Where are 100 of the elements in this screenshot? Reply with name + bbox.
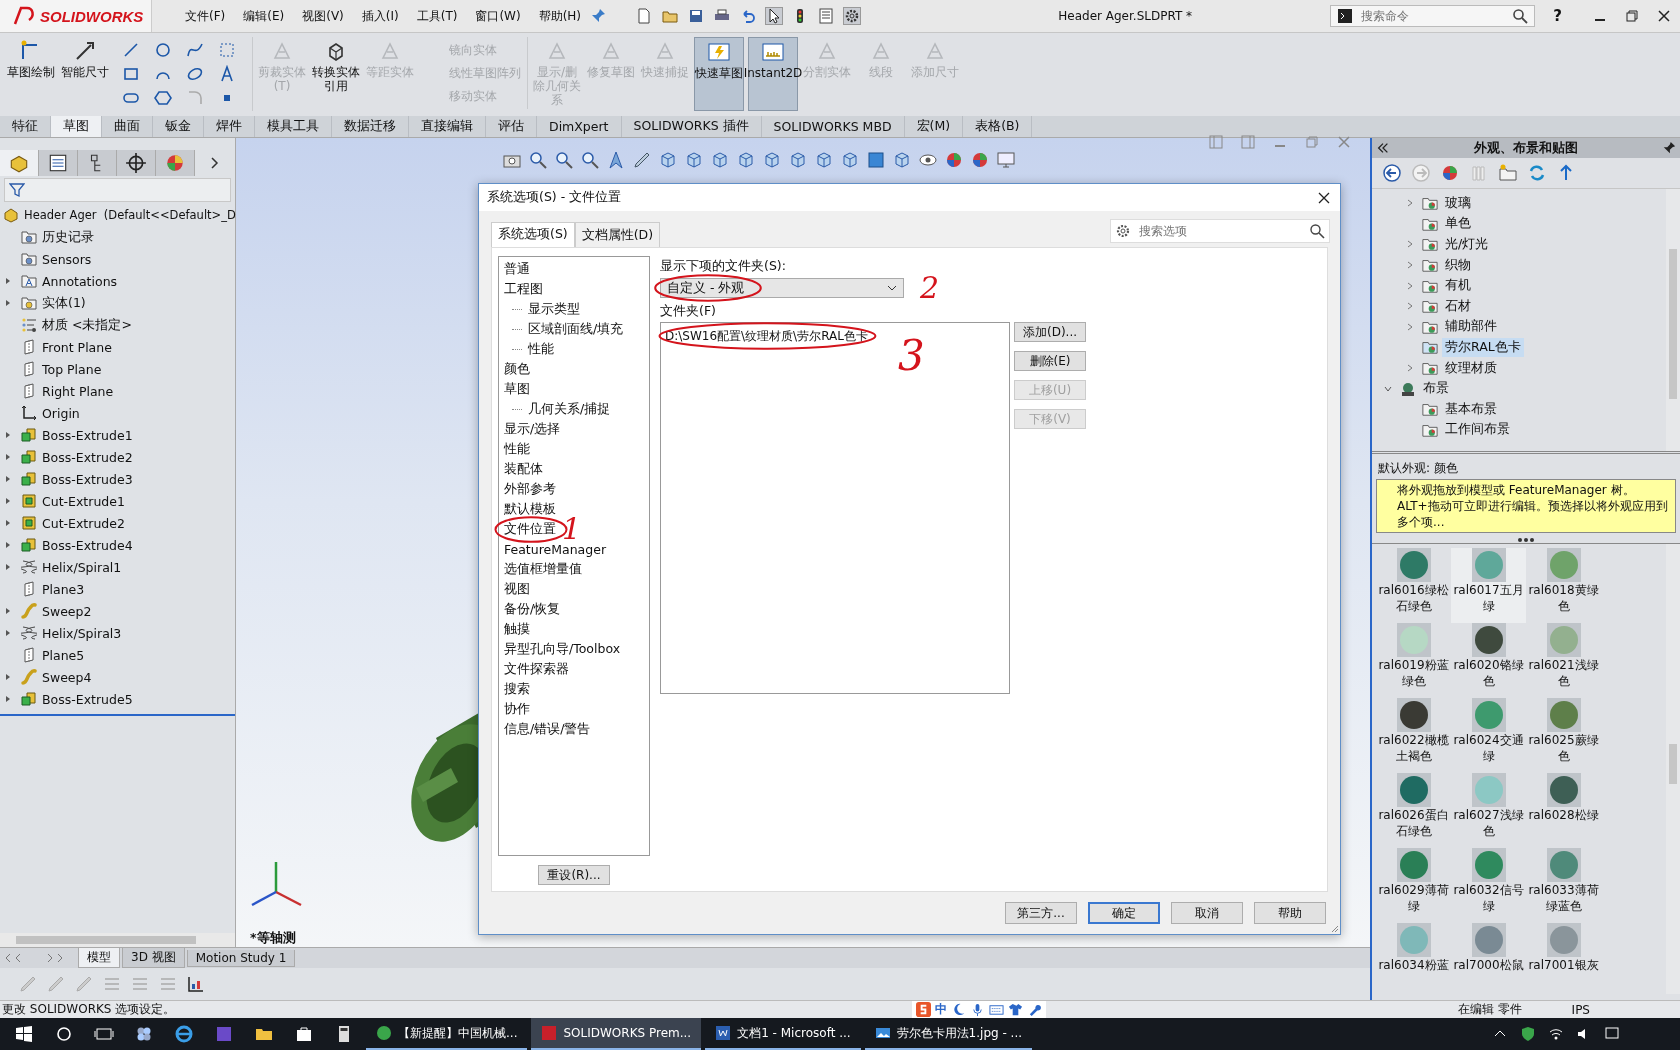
- category-item[interactable]: 外部参考: [504, 480, 556, 498]
- new-folder-icon[interactable]: [1498, 163, 1518, 183]
- taskbar-item[interactable]: 劳尔色卡用法1.jpg - ...: [864, 1018, 1033, 1050]
- shirt-icon[interactable]: [1008, 1002, 1023, 1017]
- dialog-tab[interactable]: 系统选项(S): [491, 222, 575, 248]
- cube-icon[interactable]: [892, 150, 912, 170]
- pen-icon[interactable]: [632, 150, 652, 170]
- category-item[interactable]: 选值框增量值: [504, 560, 582, 578]
- taskbar-item[interactable]: SOLIDWORKS Prem...: [531, 1018, 702, 1050]
- horizontal-scrollbar[interactable]: [0, 933, 235, 947]
- bottom-tab[interactable]: 3D 视图: [122, 948, 185, 968]
- category-item[interactable]: 视图: [504, 580, 530, 598]
- tree-item[interactable]: 工作间布景: [1442, 420, 1513, 440]
- cube-icon[interactable]: [788, 150, 808, 170]
- ribbon-tab[interactable]: 表格(B): [963, 116, 1033, 137]
- tree-item[interactable]: Plane3: [42, 581, 85, 597]
- tree-item[interactable]: 织物: [1442, 255, 1474, 275]
- ribbon-tab[interactable]: 钣金: [153, 116, 204, 137]
- dialog-button[interactable]: 第三方...: [1005, 902, 1077, 925]
- undo-icon[interactable]: [740, 8, 757, 24]
- ribbon-tab[interactable]: 焊件: [204, 116, 255, 137]
- bottom-tab[interactable]: 模型: [78, 948, 120, 968]
- expand-arrow-icon[interactable]: [4, 475, 12, 483]
- ribbon-tab[interactable]: 评估: [486, 116, 537, 137]
- taskbar-item[interactable]: 文档1 - Microsoft ...: [705, 1018, 861, 1050]
- tree-item[interactable]: 实体(1): [42, 294, 86, 312]
- tree-item[interactable]: Sweep2: [42, 603, 92, 619]
- category-item[interactable]: 信息/错误/警告: [504, 720, 591, 738]
- taskbar-item[interactable]: 【新提醒】中国机械...: [366, 1018, 528, 1050]
- tree-item[interactable]: Header Ager (Default<<Default>_D: [24, 208, 236, 222]
- ribbon-tab[interactable]: SOLIDWORKS 插件: [621, 116, 762, 137]
- tree-item[interactable]: Annotations: [42, 273, 118, 289]
- keyboard-icon[interactable]: [989, 1002, 1004, 1017]
- tree-item[interactable]: Boss-Extrude4: [42, 537, 133, 553]
- close-icon[interactable]: [1656, 8, 1672, 24]
- category-item[interactable]: 几何关系/捕捉: [528, 400, 611, 418]
- category-item[interactable]: 协作: [504, 700, 530, 718]
- wrench-icon[interactable]: [1027, 1002, 1042, 1017]
- collapse-icon[interactable]: [1376, 141, 1390, 155]
- tree-item[interactable]: Right Plane: [42, 383, 114, 399]
- feature-manager-tab-icon[interactable]: [0, 150, 39, 176]
- ime-mode[interactable]: 中: [935, 1001, 947, 1018]
- tree-item[interactable]: Sensors: [42, 251, 92, 267]
- polygon-icon[interactable]: [154, 89, 172, 107]
- color-ball-icon[interactable]: [944, 150, 964, 170]
- filter-field[interactable]: [4, 178, 231, 202]
- monitor-icon[interactable]: [996, 150, 1016, 170]
- configuration-tab-icon[interactable]: [78, 150, 117, 176]
- tree-item[interactable]: Plane5: [42, 647, 85, 663]
- cube-icon[interactable]: [840, 150, 860, 170]
- menu-item[interactable]: 文件(F): [176, 7, 235, 25]
- dialog-button[interactable]: 帮助: [1254, 902, 1326, 925]
- category-item[interactable]: 默认模板: [504, 500, 556, 518]
- units-indicator[interactable]: IPS: [1571, 1002, 1590, 1017]
- microphone-icon[interactable]: [970, 1002, 985, 1017]
- tree-item[interactable]: 劳尔RAL色卡: [1442, 337, 1524, 357]
- chevron-right-icon[interactable]: [209, 155, 219, 171]
- bottom-tab[interactable]: Motion Study 1: [186, 949, 296, 967]
- vertical-scrollbar[interactable]: [1666, 189, 1680, 451]
- help-button[interactable]: ?: [1553, 7, 1562, 25]
- new-document-icon[interactable]: [636, 8, 653, 24]
- search-icon[interactable]: [1309, 223, 1325, 240]
- expand-arrow-icon[interactable]: [4, 519, 12, 527]
- tree-item[interactable]: 石材: [1442, 296, 1474, 316]
- tree-item[interactable]: 玻璃: [1442, 193, 1474, 213]
- spline-icon[interactable]: [186, 41, 204, 59]
- tree-item[interactable]: 基本布景: [1442, 399, 1500, 419]
- pointer-icon[interactable]: [606, 150, 626, 170]
- zoom-fit-icon[interactable]: [528, 150, 548, 170]
- tab-scroll-arrows-icon[interactable]: [4, 952, 64, 964]
- ribbon-command[interactable]: 智能尺寸: [60, 37, 110, 111]
- ribbon-command[interactable]: 草图绘制: [6, 37, 56, 111]
- tree-item[interactable]: Top Plane: [42, 361, 102, 377]
- crosshair-tab-icon[interactable]: [117, 150, 156, 176]
- tree-item[interactable]: Boss-Extrude5: [42, 691, 133, 707]
- ribbon-tab[interactable]: 宏(M): [904, 116, 964, 137]
- category-item[interactable]: 异型孔向导/Toolbox: [504, 640, 621, 658]
- category-item[interactable]: 草图: [504, 380, 530, 398]
- tree-item[interactable]: 辅助部件: [1442, 317, 1500, 337]
- ribbon-tab[interactable]: 草图: [51, 116, 102, 137]
- ribbon-tab[interactable]: DimXpert: [537, 116, 622, 137]
- expand-arrow-icon[interactable]: [4, 277, 12, 285]
- category-item[interactable]: 区域剖面线/填充: [528, 320, 624, 338]
- category-item[interactable]: 文件探索器: [504, 660, 569, 678]
- ellipse-icon[interactable]: [186, 65, 204, 83]
- restore-icon[interactable]: [1624, 8, 1640, 24]
- tree-item[interactable]: Origin: [42, 405, 80, 421]
- tree-item[interactable]: Helix/Spiral1: [42, 559, 122, 575]
- menu-item[interactable]: 插入(I): [352, 7, 408, 25]
- shield-icon[interactable]: [1520, 1026, 1536, 1042]
- notification-icon[interactable]: [1604, 1026, 1620, 1042]
- tree-item[interactable]: 纹理材质: [1442, 358, 1500, 378]
- category-item[interactable]: FeatureManager: [504, 541, 607, 557]
- expand-arrow-icon[interactable]: [4, 607, 12, 615]
- network-icon[interactable]: [1548, 1026, 1564, 1042]
- expand-arrow-icon[interactable]: [4, 673, 12, 681]
- expand-arrow-icon[interactable]: [4, 629, 12, 637]
- category-item[interactable]: 工程图: [504, 280, 543, 298]
- category-item[interactable]: 搜索: [504, 680, 530, 698]
- options-search-box[interactable]: 搜索选项: [1110, 219, 1330, 244]
